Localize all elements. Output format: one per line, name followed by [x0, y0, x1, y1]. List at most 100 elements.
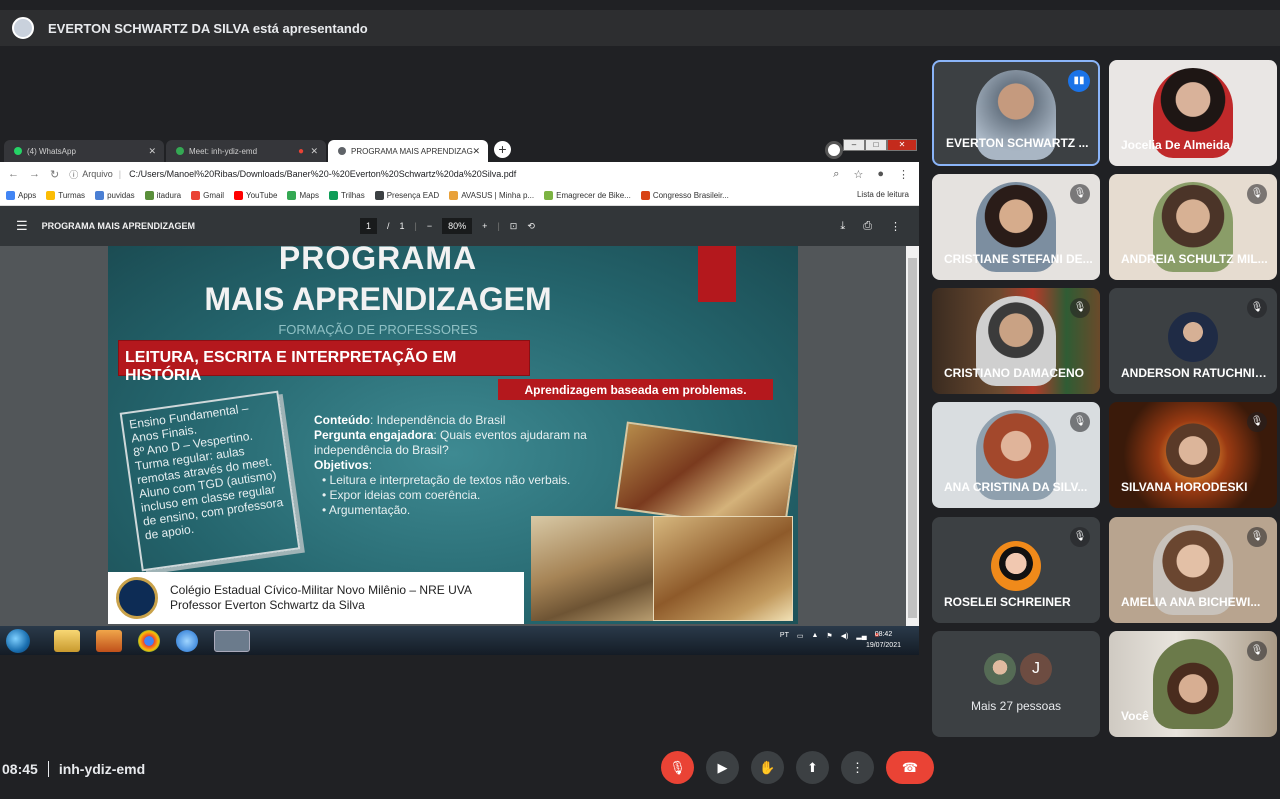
- camera-toggle-button[interactable]: ▶: [706, 751, 739, 784]
- mic-off-icon: 🎙: [669, 760, 686, 775]
- back-icon[interactable]: ←: [8, 168, 19, 180]
- meet-icon: [176, 147, 184, 155]
- raise-hand-button[interactable]: ✋: [751, 751, 784, 784]
- bookmark-gmail[interactable]: Gmail: [191, 191, 224, 200]
- close-window-button[interactable]: ✕: [887, 139, 917, 151]
- explorer-icon[interactable]: [54, 629, 80, 652]
- tab-meet[interactable]: Meet: inh-ydiz-emd ● ✕: [166, 140, 326, 162]
- pdf-scrollbar[interactable]: [906, 246, 919, 626]
- up-arrow-icon[interactable]: ▲: [811, 632, 818, 640]
- more-vert-icon[interactable]: ⋮: [890, 220, 901, 233]
- fit-page-icon[interactable]: ⊡: [510, 221, 518, 232]
- mic-off-icon: 🎙: [1247, 641, 1267, 661]
- mic-toggle-button[interactable]: 🎙: [661, 751, 694, 784]
- minimize-button[interactable]: –: [843, 139, 865, 151]
- ie-icon[interactable]: [176, 629, 198, 652]
- bookmark-trilhas[interactable]: Trilhas: [329, 191, 365, 200]
- slide-title-line1: PROGRAMA: [278, 246, 478, 276]
- mic-off-icon: 🎙: [1247, 527, 1267, 547]
- maximize-button[interactable]: □: [865, 139, 887, 151]
- bookmark-turmas[interactable]: Turmas: [46, 191, 85, 200]
- bookmark-avasus[interactable]: AVASUS | Minha p...: [449, 191, 534, 200]
- participant-tile[interactable]: Jocelia De Almeida: [1109, 60, 1277, 166]
- recording-icon: ●: [297, 145, 304, 157]
- avatar: [991, 541, 1041, 591]
- chrome-icon[interactable]: [138, 629, 160, 652]
- page-total: 1: [399, 221, 405, 231]
- language-indicator[interactable]: PT: [780, 632, 789, 640]
- participant-tile[interactable]: 🎙 ANDERSON RATUCHNIAK: [1109, 288, 1277, 394]
- close-icon[interactable]: ✕: [472, 146, 480, 157]
- participant-tile[interactable]: 🎙 SILVANA HORODESKI: [1109, 402, 1277, 508]
- bookmark-apps[interactable]: Apps: [6, 191, 36, 200]
- forward-icon[interactable]: →: [29, 168, 40, 180]
- media-player-icon[interactable]: [96, 629, 122, 652]
- hangup-button[interactable]: ☎: [886, 751, 934, 784]
- reading-list[interactable]: Lista de leitura: [857, 190, 909, 199]
- bookmark-congresso[interactable]: Congresso Brasileir...: [640, 191, 729, 200]
- meeting-details: 08:45 inh-ydiz-emd: [2, 761, 145, 777]
- flag-icon[interactable]: ⚑: [826, 632, 832, 640]
- pdf-viewport[interactable]: PROGRAMA MAIS APRENDIZAGEM FORMAÇÃO DE P…: [0, 246, 906, 626]
- rotate-icon[interactable]: ⟲: [527, 221, 535, 232]
- participant-tile[interactable]: 🎙 ANA CRISTINA DA SILV...: [932, 402, 1100, 508]
- hamburger-icon[interactable]: ☰: [16, 218, 28, 234]
- present-button[interactable]: ⬆: [796, 751, 829, 784]
- bookmark-maps[interactable]: Maps: [287, 191, 319, 200]
- zoom-out-icon[interactable]: −: [427, 221, 432, 231]
- participant-tile[interactable]: ▮▮ EVERTON SCHWARTZ ...: [932, 60, 1100, 166]
- page-number-input[interactable]: 1: [360, 218, 378, 234]
- keyboard-icon[interactable]: ▭: [797, 632, 804, 640]
- call-controls: 🎙 ▶ ✋ ⬆ ⋮ ☎: [661, 751, 934, 784]
- more-participants-tile[interactable]: J Mais 27 pessoas: [932, 631, 1100, 737]
- start-button[interactable]: [6, 628, 30, 653]
- participant-tile[interactable]: 🎙 ROSELEI SCHREINER: [932, 517, 1100, 623]
- close-icon[interactable]: ✕: [310, 146, 318, 157]
- bookmark-youtube[interactable]: YouTube: [234, 191, 277, 200]
- info-icon[interactable]: ⓘ: [69, 168, 78, 181]
- zoom-icon[interactable]: ⌕: [833, 168, 839, 181]
- system-clock[interactable]: 08:42 19/07/2021: [866, 629, 901, 651]
- url-field[interactable]: C:/Users/Manoel%20Ribas/Downloads/Baner%…: [129, 169, 516, 179]
- participant-name: EVERTON SCHWARTZ ...: [946, 136, 1089, 150]
- bookmark-puvidas[interactable]: puvidas: [95, 191, 135, 200]
- close-icon[interactable]: ✕: [148, 146, 156, 157]
- download-icon[interactable]: ⤓: [840, 220, 845, 233]
- participant-tile[interactable]: 🎙 Você: [1109, 631, 1277, 737]
- meet-control-bar: 08:45 inh-ydiz-emd 🎙 ▶ ✋ ⬆ ⋮ ☎: [0, 739, 1280, 799]
- reload-icon[interactable]: ↻: [50, 168, 59, 181]
- zoom-in-icon[interactable]: +: [482, 221, 487, 231]
- print-icon[interactable]: ⎙: [863, 220, 872, 233]
- zoom-input[interactable]: 80%: [442, 218, 473, 234]
- browser-tabstrip: (4) WhatsApp ✕ Meet: inh-ydiz-emd ● ✕ PR…: [0, 137, 919, 162]
- star-icon[interactable]: ☆: [853, 168, 863, 181]
- mic-off-icon: 🎙: [1247, 298, 1267, 318]
- teacher-name: Professor Everton Schwartz da Silva: [170, 598, 365, 612]
- participant-tile[interactable]: 🎙 ANDREIA SCHULTZ MIL...: [1109, 174, 1277, 280]
- bookmark-emagrecer[interactable]: Emagrecer de Bike...: [544, 191, 631, 200]
- participant-tile[interactable]: 🎙 CRISTIANE STEFANI DE...: [932, 174, 1100, 280]
- new-tab-button[interactable]: +: [494, 141, 511, 158]
- more-options-button[interactable]: ⋮: [841, 751, 874, 784]
- tab-pdf[interactable]: PROGRAMA MAIS APRENDIZAG ✕: [328, 140, 488, 162]
- participant-tile[interactable]: 🎙 AMELIA ANA BICHEWI...: [1109, 517, 1277, 623]
- participant-name: ANDERSON RATUCHNIAK: [1121, 366, 1271, 380]
- menu-icon[interactable]: ⋮: [898, 168, 909, 181]
- bookmark-icon: [449, 191, 459, 200]
- meeting-code[interactable]: inh-ydiz-emd: [59, 761, 145, 777]
- participant-tile[interactable]: 🎙 CRISTIANO DAMACENO: [932, 288, 1100, 394]
- participant-name: ANA CRISTINA DA SILV...: [944, 480, 1088, 494]
- more-vert-icon: ⋮: [851, 760, 864, 775]
- scroll-thumb[interactable]: [908, 258, 917, 618]
- participant-name: CRISTIANO DAMACENO: [944, 366, 1084, 380]
- profile-icon[interactable]: ●: [877, 168, 884, 181]
- slide-title-line2: MAIS APRENDIZAGEM: [204, 281, 552, 317]
- bookmark-presenca[interactable]: Presença EAD: [374, 191, 439, 200]
- chrome-window-icon[interactable]: [214, 629, 250, 652]
- bookmark-icon: [374, 191, 384, 200]
- tab-whatsapp[interactable]: (4) WhatsApp ✕: [4, 140, 164, 162]
- mic-off-icon: 🎙: [1070, 412, 1090, 432]
- shared-screen: (4) WhatsApp ✕ Meet: inh-ydiz-emd ● ✕ PR…: [0, 137, 919, 655]
- volume-icon[interactable]: ◀): [841, 632, 849, 640]
- bookmark-itadura[interactable]: itadura: [144, 191, 181, 200]
